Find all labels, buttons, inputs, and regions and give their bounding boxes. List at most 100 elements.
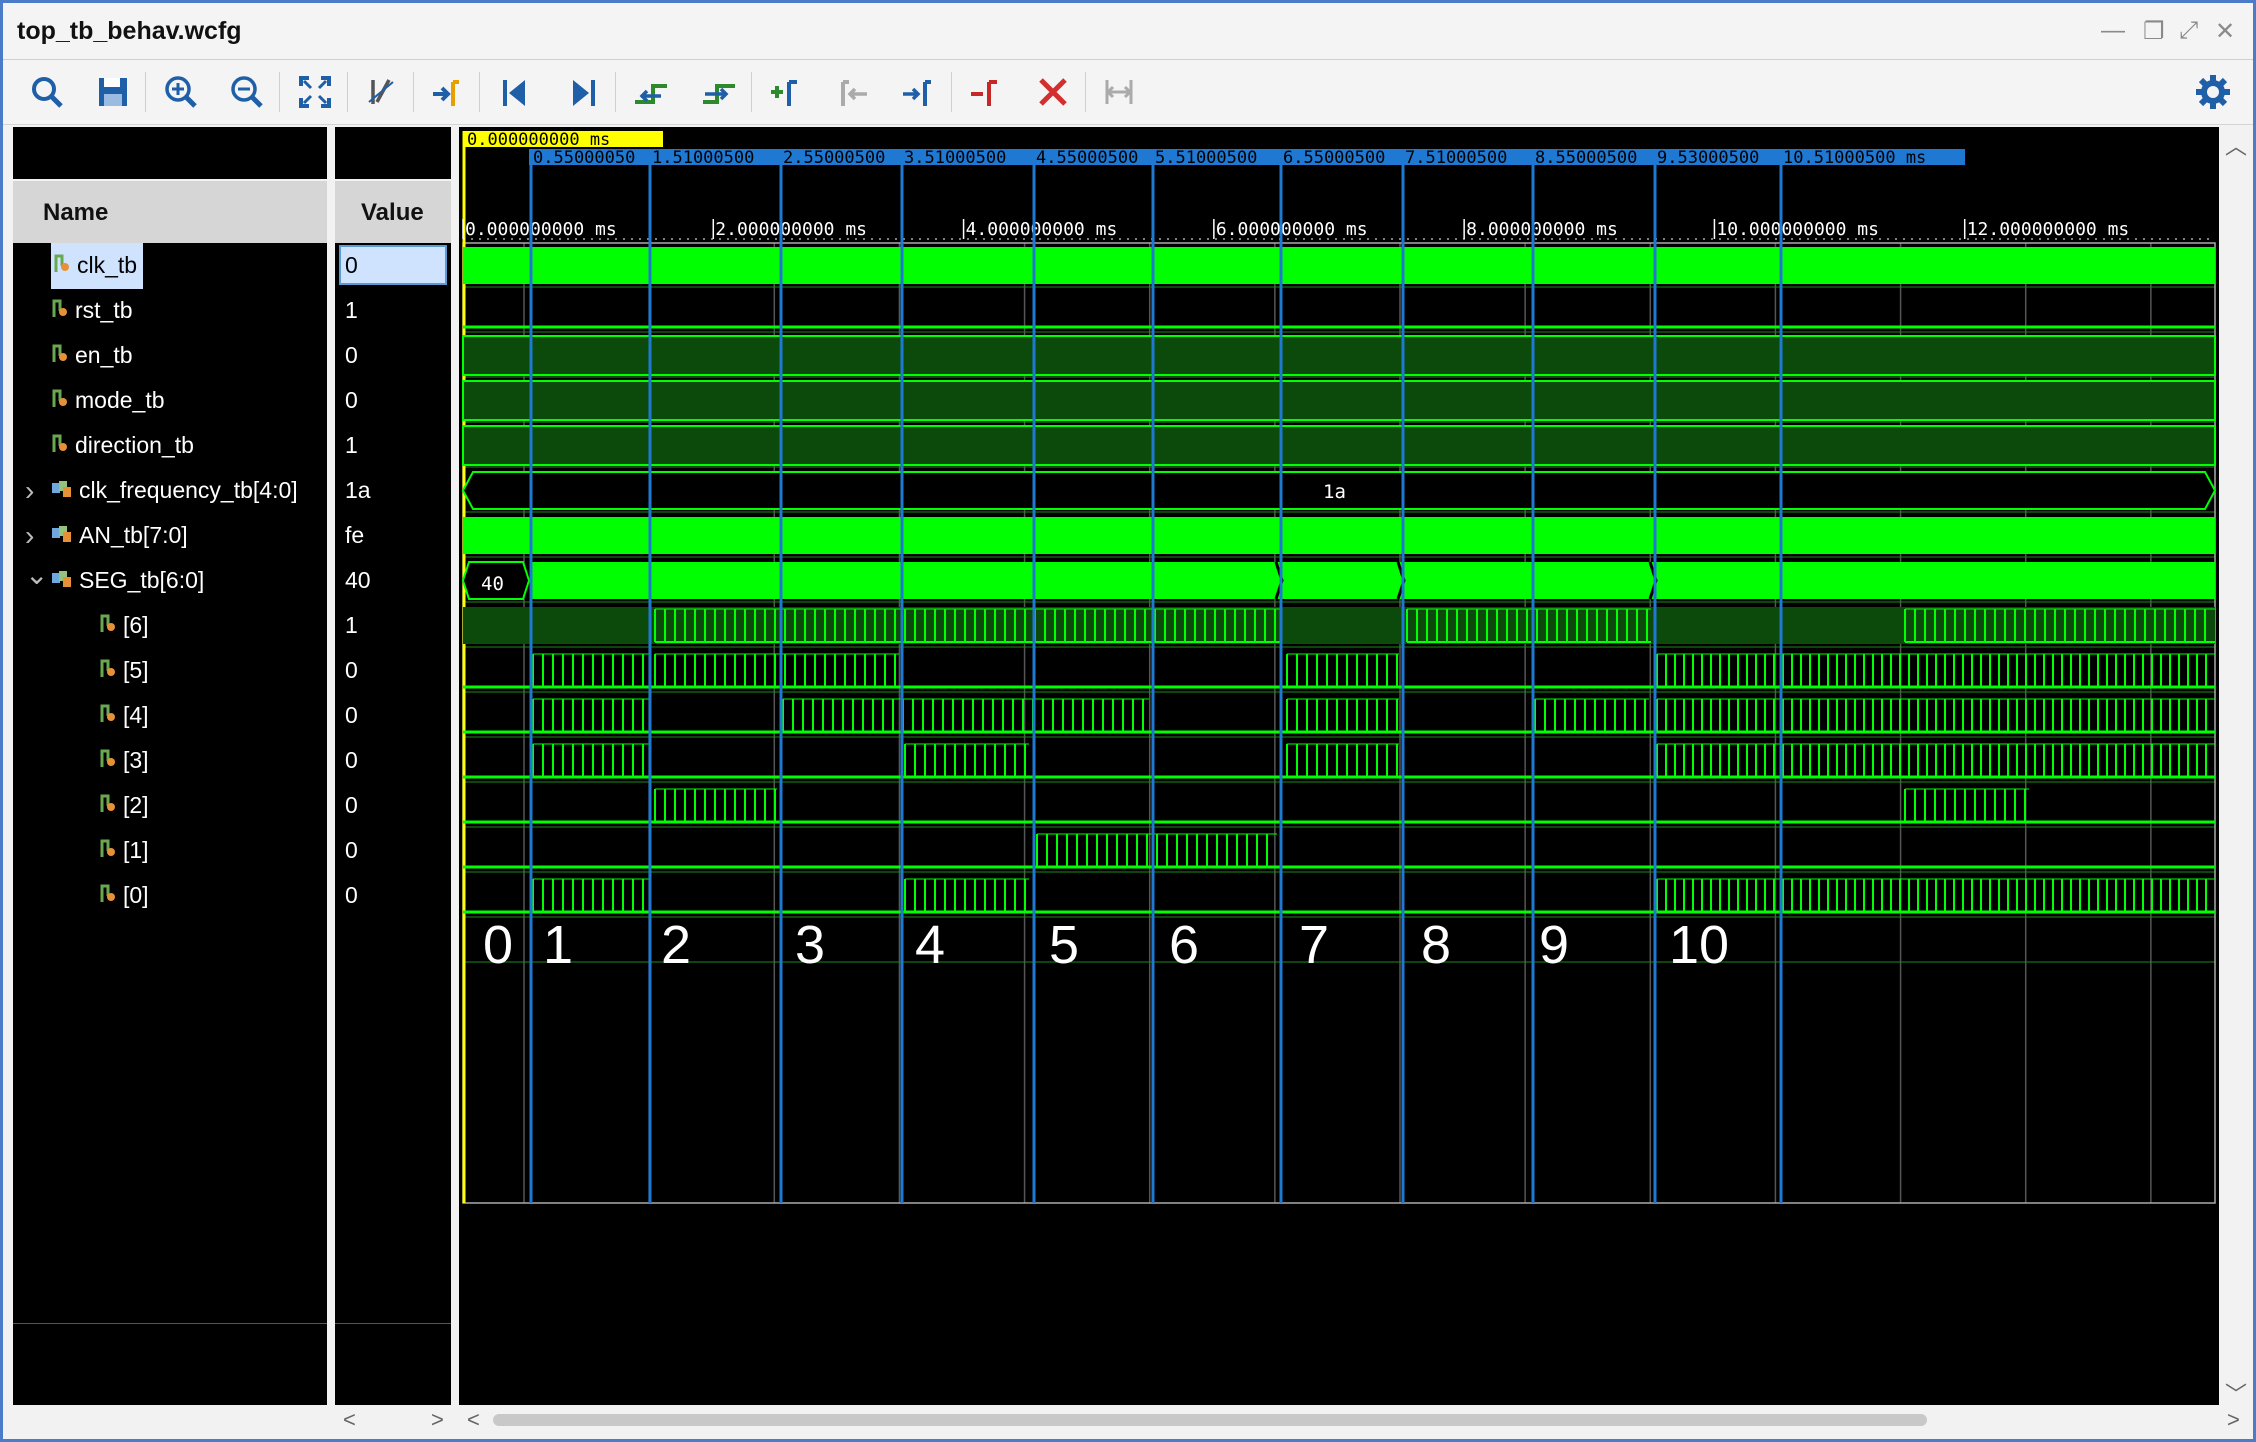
signal-row[interactable]: › AN_tb[7:0] (13, 513, 327, 558)
wave-scroll-left-icon[interactable]: < (467, 1407, 480, 1433)
digit-annotation: 3 (795, 915, 825, 975)
signal-row[interactable]: › clk_frequency_tb[4:0] (13, 468, 327, 513)
bit-signal-icon (51, 334, 69, 379)
signal-name-cell[interactable]: clk_tb (51, 243, 144, 290)
name-column-header[interactable]: Name (13, 181, 331, 243)
scroll-left-icon[interactable]: < (343, 1407, 356, 1433)
goto-end-button[interactable] (559, 70, 607, 114)
signal-name-cell[interactable]: direction_tb (51, 423, 194, 469)
wave-pulses (1904, 788, 2029, 823)
signal-name-cell[interactable]: clk_frequency_tb[4:0] (51, 468, 298, 514)
goto-start-button[interactable] (491, 70, 539, 114)
signal-row[interactable]: direction_tb (13, 423, 327, 468)
signal-row[interactable]: [3] (13, 738, 327, 783)
toolbar-separator (479, 72, 480, 112)
zoom-fit-button[interactable] (291, 70, 339, 114)
signal-value-row[interactable]: 1 (335, 603, 451, 648)
signal-name-cell[interactable]: SEG_tb[6:0] (51, 558, 204, 604)
chevron-down-icon[interactable]: ⌄ (25, 552, 48, 597)
signal-value-row[interactable]: 0 (335, 738, 451, 783)
next-transition-button[interactable] (695, 70, 743, 114)
signal-value-row[interactable]: 0 (335, 333, 451, 378)
bit-signal-icon (99, 739, 117, 784)
value-column-header[interactable]: Value (331, 181, 451, 243)
minimize-icon[interactable]: — (2101, 17, 2125, 45)
signal-value: 0 (345, 747, 358, 773)
wave-scroll-thumb[interactable] (493, 1414, 1927, 1426)
signal-row[interactable]: [6] (13, 603, 327, 648)
zoom-in-button[interactable] (157, 70, 205, 114)
signal-value: 0 (345, 837, 358, 863)
signal-name-cell[interactable]: AN_tb[7:0] (51, 513, 188, 559)
signal-name-cell[interactable]: [2] (99, 783, 149, 829)
digit-annotation: 2 (661, 915, 691, 975)
signal-row[interactable]: en_tb (13, 333, 327, 378)
signal-value-row[interactable]: 1 (335, 423, 451, 468)
wave-pulses (1656, 743, 2215, 778)
signal-value-row[interactable]: 0 (335, 783, 451, 828)
wave-scroll-right-icon[interactable]: > (2227, 1407, 2240, 1433)
close-icon[interactable]: ✕ (2215, 17, 2235, 46)
settings-button[interactable] (2189, 70, 2237, 114)
bus-signal-icon (51, 469, 73, 514)
signal-row[interactable]: rst_tb (13, 288, 327, 333)
signal-row[interactable]: [1] (13, 828, 327, 873)
signal-value-row[interactable]: 1 (335, 288, 451, 333)
signal-row[interactable]: [5] (13, 648, 327, 693)
signal-name-cell[interactable]: [5] (99, 648, 149, 694)
signal-name-cell[interactable]: rst_tb (51, 288, 133, 334)
signal-name-cell[interactable]: mode_tb (51, 378, 165, 424)
prev-marker-button[interactable] (829, 70, 877, 114)
value-column-label: Value (361, 199, 424, 226)
maximize-icon[interactable]: ⤢ (2179, 17, 2198, 45)
marker-label: 8.55000500 (1535, 148, 1637, 168)
signal-name-cell[interactable]: [1] (99, 828, 149, 874)
goto-start-icon (503, 80, 525, 106)
signal-row[interactable]: clk_tb (13, 243, 327, 290)
wave-dark-block (462, 380, 2216, 421)
goto-cursor-button[interactable] (423, 70, 471, 114)
signal-value-row[interactable]: 0 (335, 693, 451, 738)
snap-button[interactable] (357, 70, 405, 114)
save-button[interactable] (89, 70, 137, 114)
add-marker-button[interactable] (761, 70, 809, 114)
signal-value-row[interactable]: 0 (335, 873, 451, 918)
delete-marker-button[interactable] (961, 70, 1009, 114)
zoom-out-button[interactable] (223, 70, 271, 114)
digit-annotation: 7 (1299, 915, 1329, 975)
signal-row[interactable]: [2] (13, 783, 327, 828)
prev-transition-button[interactable] (627, 70, 675, 114)
signal-row[interactable]: mode_tb (13, 378, 327, 423)
signal-row[interactable]: ⌄ SEG_tb[6:0] (13, 558, 327, 603)
signal-name: [3] (123, 747, 149, 773)
chevron-right-icon[interactable]: › (25, 468, 34, 513)
signal-name-cell[interactable]: [6] (99, 603, 149, 649)
search-button[interactable] (23, 70, 71, 114)
wave-hscrollbar[interactable]: < > (459, 1405, 2253, 1435)
restore-icon[interactable]: ❐ (2143, 17, 2165, 46)
waveform-canvas[interactable]: 0.000000000 ms 0.000000000 ms 2.000000000 … (459, 127, 2219, 1405)
signal-value-row[interactable]: 1a (335, 468, 451, 513)
signal-name-cell[interactable]: [4] (99, 693, 149, 739)
scroll-up-icon[interactable]: ︿ (2225, 129, 2247, 161)
signal-name-cell[interactable]: en_tb (51, 333, 133, 379)
floating-ruler-button[interactable] (1095, 70, 1143, 114)
next-marker-button[interactable] (895, 70, 943, 114)
signal-value-row[interactable]: fe (335, 513, 451, 558)
signal-name-cell[interactable]: [3] (99, 738, 149, 784)
signal-value-row[interactable]: 0 (335, 378, 451, 423)
signal-value-row[interactable]: 40 (335, 558, 451, 603)
marker-label: 9.53000500 (1657, 148, 1759, 168)
wave-vscrollbar[interactable]: ︿ ﹀ (2219, 127, 2253, 1407)
name-hscrollbar[interactable]: < > (13, 1405, 451, 1435)
signal-value-row[interactable]: 0 (335, 648, 451, 693)
signal-value-row[interactable]: 0 (335, 243, 451, 288)
signal-row[interactable]: [4] (13, 693, 327, 738)
signal-row[interactable]: [0] (13, 873, 327, 918)
scroll-right-icon[interactable]: > (431, 1407, 444, 1433)
bit-signal-icon (99, 649, 117, 694)
delete-all-markers-button[interactable] (1029, 70, 1077, 114)
signal-name-cell[interactable]: [0] (99, 873, 149, 919)
signal-value: 1a (345, 477, 371, 503)
signal-value-row[interactable]: 0 (335, 828, 451, 873)
